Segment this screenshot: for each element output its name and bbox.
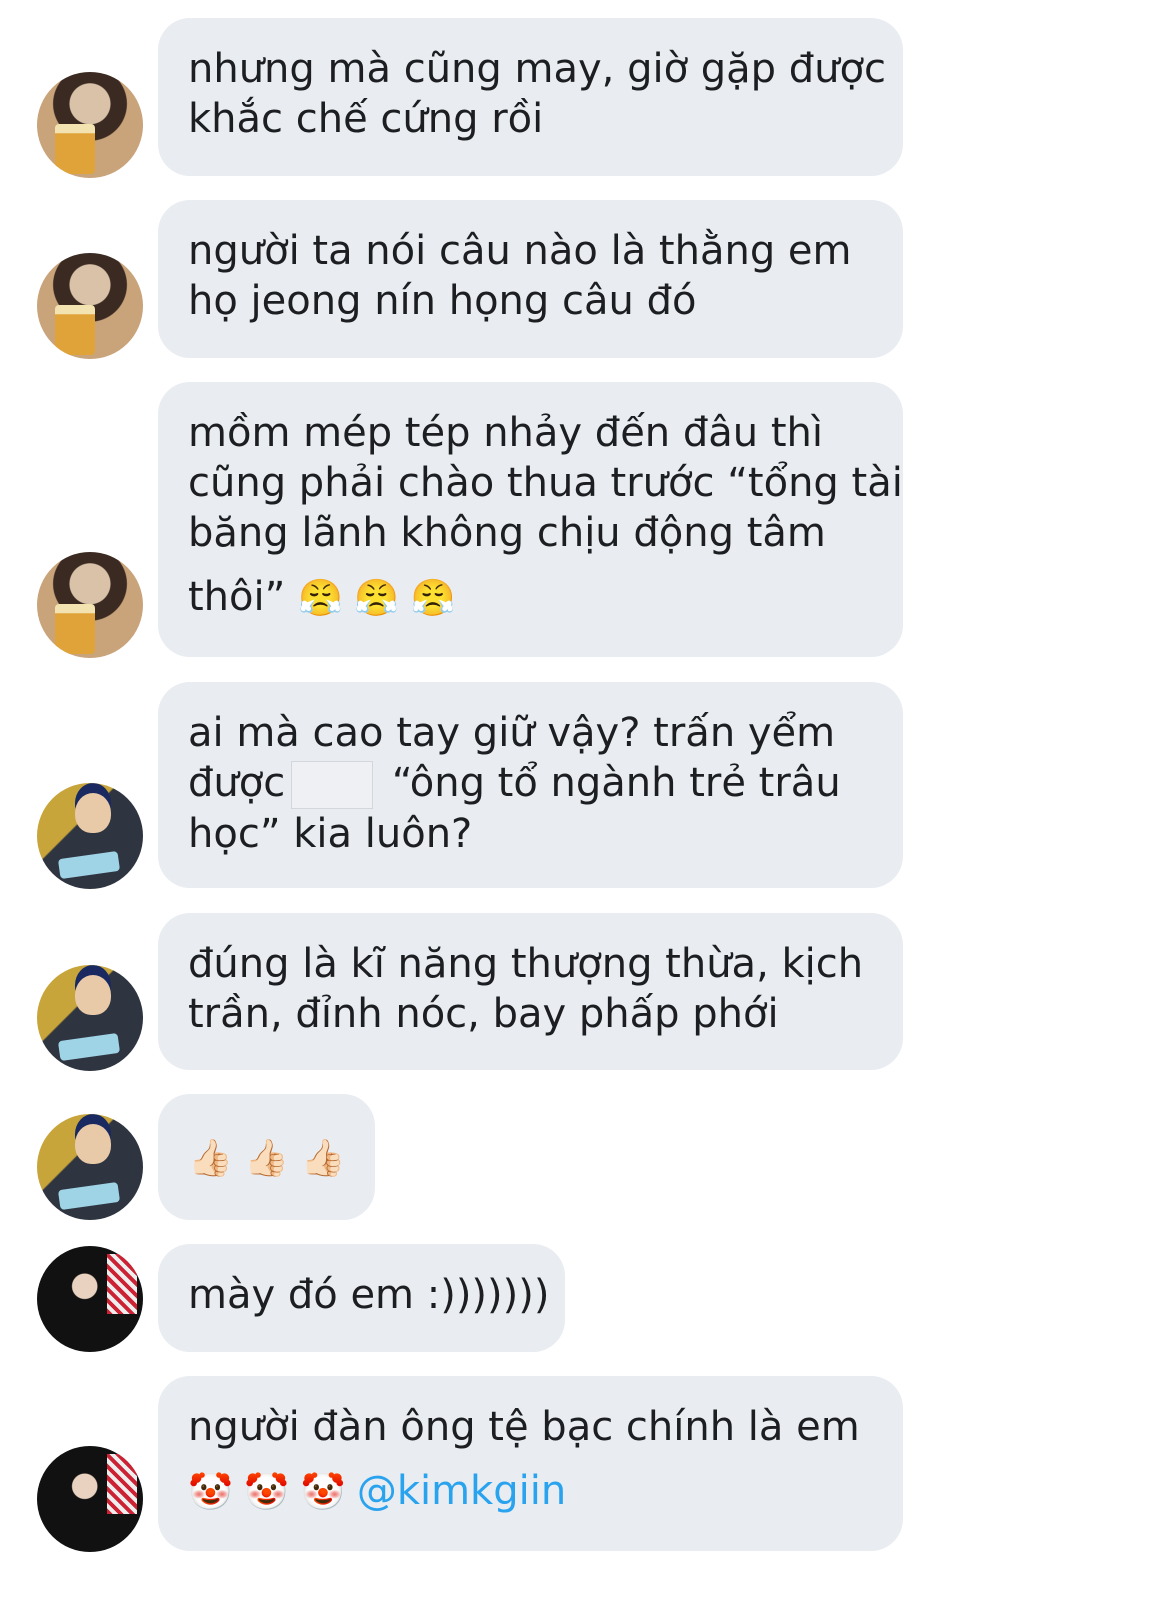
message-text-fragment: thôi”	[188, 574, 299, 620]
clown-face-emoji: 🤡 🤡 🤡	[188, 1472, 357, 1513]
message-text: đúng là kĩ năng thượng thừa, kịch	[188, 941, 864, 987]
message-bubble[interactable]: nhưng mà cũng may, giờ gặp được khắc chế…	[158, 18, 903, 176]
user-avatar[interactable]	[37, 1114, 143, 1220]
user-avatar[interactable]	[37, 1446, 143, 1552]
redacted-block	[291, 761, 374, 809]
thumbs-up-emoji: 👍🏻 👍🏻 👍🏻	[188, 1138, 346, 1179]
user-avatar[interactable]	[37, 783, 143, 889]
message-text: được “ông tổ ngành trẻ trâu	[188, 758, 873, 809]
message-bubble[interactable]: người đàn ông tệ bạc chính là em 🤡 🤡 🤡 @…	[158, 1376, 903, 1551]
message-text: 🤡 🤡 🤡 @kimkgiin	[188, 1466, 873, 1518]
message-text-fragment: “ông tổ ngành trẻ trâu	[379, 760, 841, 806]
message-text: nhưng mà cũng may, giờ gặp được	[188, 46, 886, 92]
message-bubble[interactable]: ai mà cao tay giữ vậy? trấn yểm được “ôn…	[158, 682, 903, 888]
message-text: người đàn ông tệ bạc chính là em	[188, 1404, 860, 1450]
message-text: băng lãnh không chịu động tâm	[188, 510, 826, 556]
message-bubble[interactable]: mày đó em :)))))))	[158, 1244, 565, 1352]
user-avatar[interactable]	[37, 72, 143, 178]
user-mention-link[interactable]: @kimkgiin	[357, 1468, 566, 1514]
message-bubble[interactable]: 👍🏻 👍🏻 👍🏻	[158, 1094, 375, 1220]
message-text-fragment: được	[188, 760, 286, 806]
message-text: ai mà cao tay giữ vậy? trấn yểm	[188, 710, 836, 756]
message-text: mày đó em :)))))))	[188, 1272, 550, 1318]
message-text: người ta nói câu nào là thằng em	[188, 228, 852, 274]
huffing-face-emoji: 😤 😤 😤	[298, 578, 456, 619]
user-avatar[interactable]	[37, 552, 143, 658]
user-avatar[interactable]	[37, 253, 143, 359]
message-bubble[interactable]: người ta nói câu nào là thằng em họ jeon…	[158, 200, 903, 358]
user-avatar[interactable]	[37, 965, 143, 1071]
message-text: cũng phải chào thua trước “tổng tài	[188, 460, 903, 506]
message-bubble[interactable]: đúng là kĩ năng thượng thừa, kịch trần, …	[158, 913, 903, 1070]
message-text: thôi” 😤 😤 😤	[188, 572, 873, 624]
user-avatar[interactable]	[37, 1246, 143, 1352]
message-text: trần, đỉnh nóc, bay phấp phới	[188, 991, 779, 1037]
message-text: học” kia luôn?	[188, 811, 473, 857]
message-text: khắc chế cứng rồi	[188, 96, 544, 142]
message-text: họ jeong nín họng câu đó	[188, 278, 697, 324]
message-bubble[interactable]: mồm mép tép nhảy đến đâu thì cũng phải c…	[158, 382, 903, 657]
message-text: mồm mép tép nhảy đến đâu thì	[188, 410, 823, 456]
